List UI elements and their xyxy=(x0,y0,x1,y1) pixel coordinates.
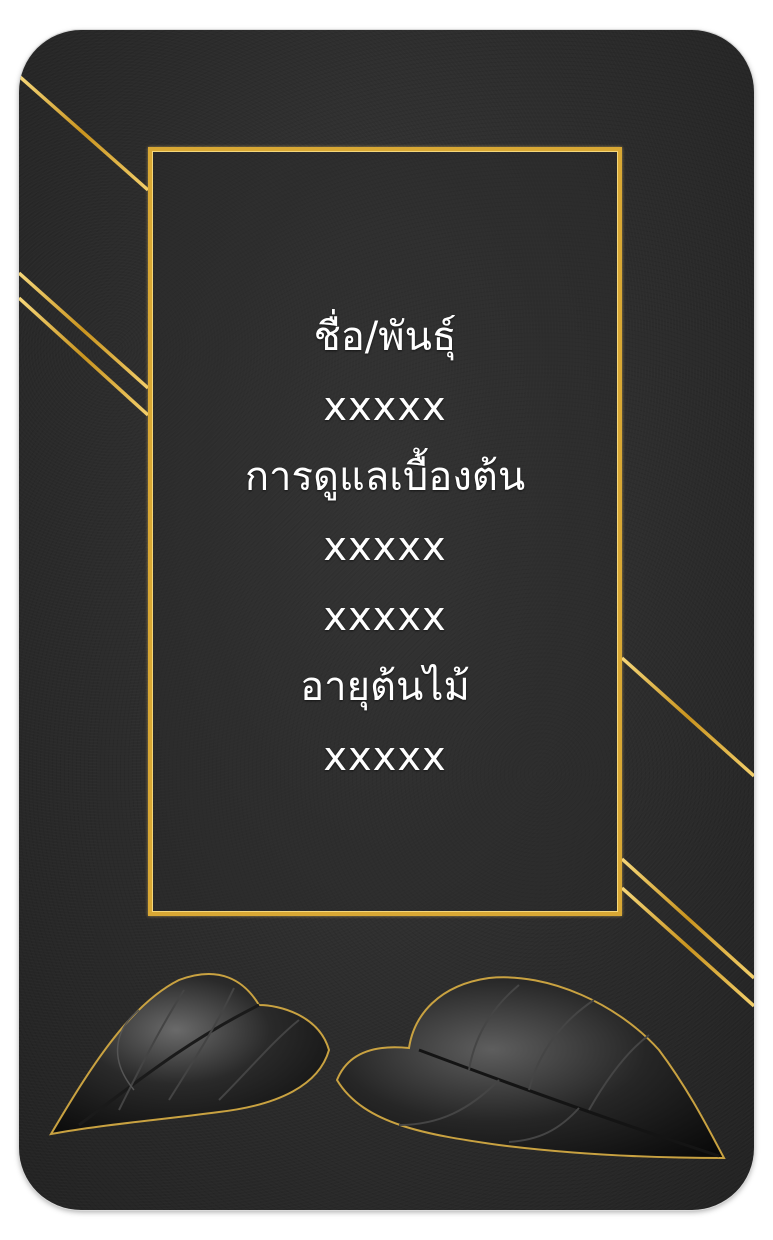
leaf-right-icon xyxy=(335,976,726,1160)
plant-label-card: ชื่อ/พันธุ์ xxxxx การดูแลเบื้องต้น xxxxx… xyxy=(19,30,754,1210)
black-leaves-decoration xyxy=(49,973,726,1160)
leaf-left-icon xyxy=(49,973,331,1136)
